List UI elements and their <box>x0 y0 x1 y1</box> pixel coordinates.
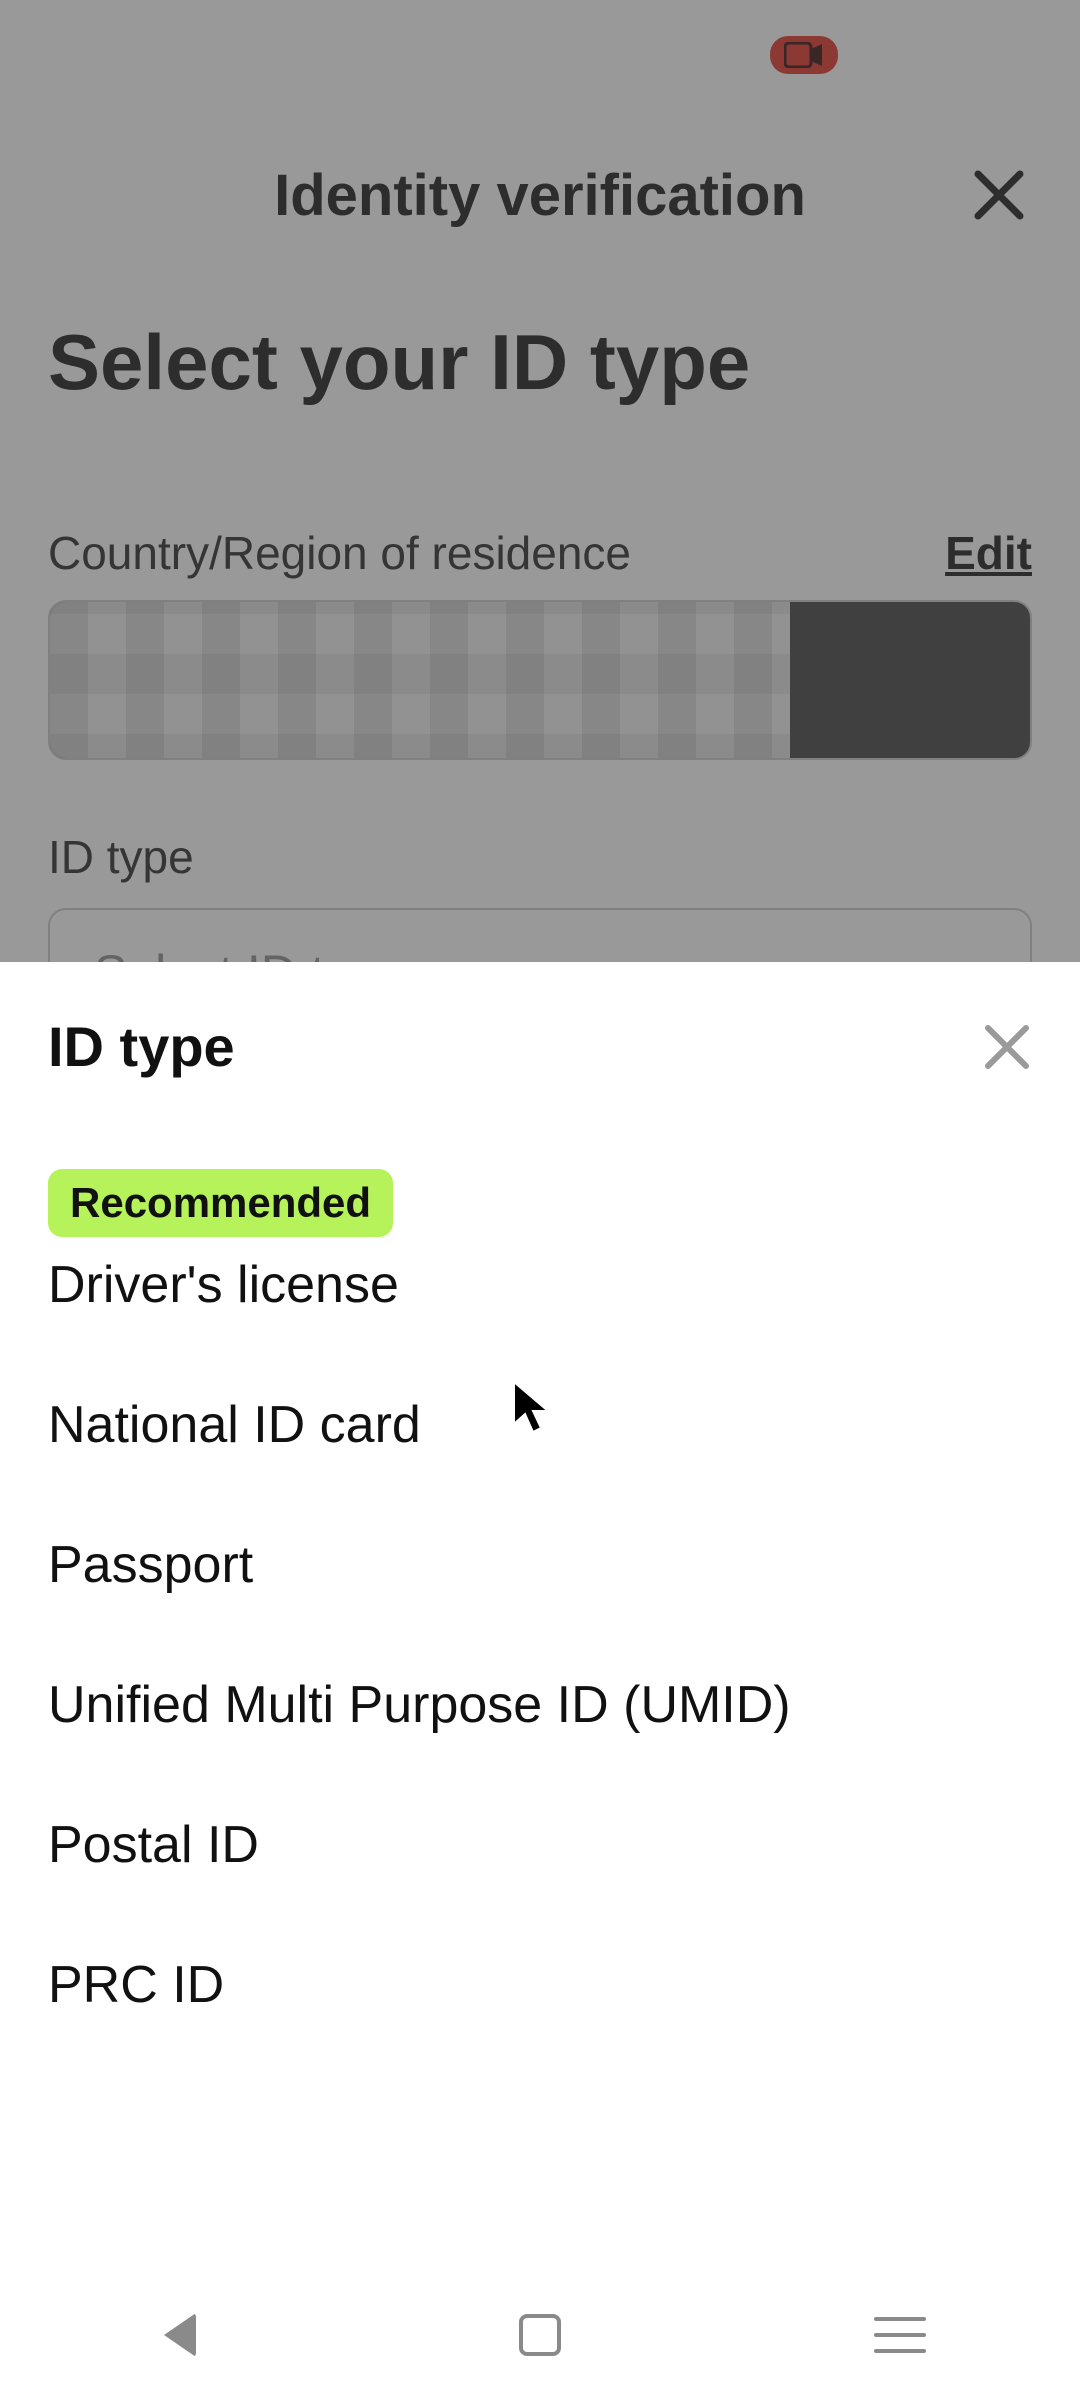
cast-icon <box>238 38 284 72</box>
recommended-badge: Recommended <box>48 1169 393 1237</box>
idtype-label: ID type <box>48 830 1032 884</box>
idtype-option-drivers-license[interactable]: Driver's license <box>48 1255 1032 1355</box>
idtype-option-national-id[interactable]: National ID card <box>48 1355 1032 1495</box>
battery-icon <box>1006 34 1032 76</box>
nav-recent-button[interactable] <box>870 2305 930 2365</box>
edit-link[interactable]: Edit <box>945 526 1032 580</box>
screen-record-icon <box>770 36 838 74</box>
idtype-option-prc-id[interactable]: PRC ID <box>48 1915 1032 2055</box>
country-field[interactable] <box>48 600 1032 760</box>
sheet-close-button[interactable] <box>982 1022 1032 1072</box>
sheet-title: ID type <box>48 1014 235 1079</box>
status-time: 10:52AM <box>48 30 216 80</box>
idtype-bottom-sheet: ID type Recommended Driver's license Nat… <box>0 962 1080 2400</box>
idtype-option-umid[interactable]: Unified Multi Purpose ID (UMID) <box>48 1635 1032 1775</box>
idtype-option-postal-id[interactable]: Postal ID <box>48 1775 1032 1915</box>
system-nav-bar <box>0 2270 1080 2400</box>
redacted-region <box>50 600 790 760</box>
wifi-icon <box>940 37 988 73</box>
data-sync-icon <box>900 35 922 75</box>
status-bar: 10:52AM <box>0 0 1080 110</box>
bluetooth-icon <box>856 34 882 76</box>
page-header: Identity verification <box>0 110 1080 280</box>
close-button[interactable] <box>972 168 1026 222</box>
nav-home-button[interactable] <box>510 2305 570 2365</box>
page-title: Identity verification <box>274 162 806 229</box>
nav-back-button[interactable] <box>150 2305 210 2365</box>
country-label: Country/Region of residence <box>48 526 631 580</box>
idtype-option-passport[interactable]: Passport <box>48 1495 1032 1635</box>
heading: Select your ID type <box>48 320 1032 406</box>
